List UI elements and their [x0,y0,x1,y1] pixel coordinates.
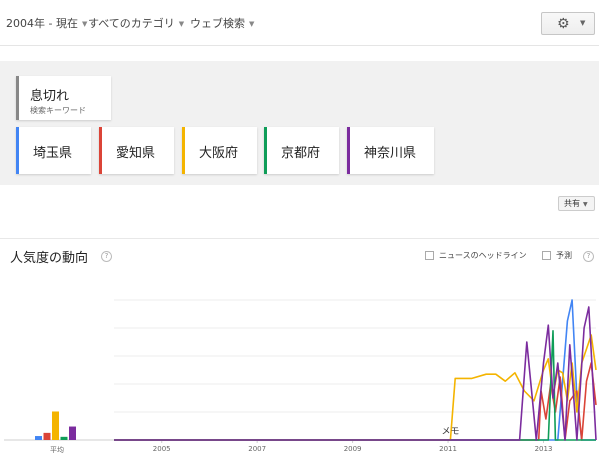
region-color-bar [16,127,19,174]
category-dropdown[interactable]: すべてのカテゴリ ▼ [88,15,184,31]
chevron-down-icon: ▼ [81,20,88,28]
x-tick-label: 2005 [153,445,171,453]
region-card-aichi[interactable]: 愛知県 [99,127,174,174]
date-range-label: 2004年 - 現在 [6,17,78,30]
gear-icon: ⚙ [557,16,570,32]
keyword-panel: 息切れ 検索キーワード 埼玉県 愛知県 大阪府 京都府 神奈川県 [0,61,599,185]
help-icon[interactable]: ? [101,251,112,262]
news-headlines-checkbox[interactable] [425,251,434,260]
x-tick-label: 2011 [439,445,457,453]
chart-annotation: メモ [441,427,459,437]
region-label: 大阪府 [199,146,239,161]
forecast-checkbox[interactable] [542,251,551,260]
chevron-down-icon: ▼ [583,201,588,208]
series-line [114,306,597,441]
trend-chart: 平均 2005 2007 2009 2011 2013 メモ [4,299,597,454]
region-card-kyoto[interactable]: 京都府 [264,127,339,174]
region-color-bar [182,127,185,174]
category-label: すべてのカテゴリ [88,17,175,30]
region-label: 愛知県 [116,146,156,161]
share-button[interactable]: 共有 ▼ [558,196,595,211]
chevron-down-icon: ▼ [249,20,255,28]
main-keyword-type: 検索キーワード [30,106,86,115]
main-keyword-card[interactable]: 息切れ 検索キーワード [16,76,111,120]
search-type-label: ウェブ検索 [190,17,245,30]
region-label: 京都府 [281,146,321,161]
search-type-dropdown[interactable]: ウェブ検索 ▼ [190,15,254,31]
section-divider [0,238,599,239]
x-tick-label: 2007 [248,445,266,453]
average-bar [43,432,51,440]
chevron-down-icon: ▼ [580,19,586,27]
keyword-color-bar [16,76,19,120]
region-color-bar [347,127,350,174]
x-tick-label: 2009 [344,445,362,453]
chevron-down-icon: ▼ [178,20,185,28]
filter-bar: 2004年 - 現在 ▼ すべてのカテゴリ ▼ ウェブ検索 ▼ ⚙ ▼ [0,0,599,46]
series-line [114,299,596,441]
average-bar [35,436,42,440]
help-icon[interactable]: ? [583,251,594,262]
average-bar [60,436,68,440]
average-bar [69,426,76,440]
main-keyword-text: 息切れ [30,89,70,104]
section-title: 人気度の動向 [10,251,89,266]
region-label: 神奈川県 [364,146,417,161]
region-card-osaka[interactable]: 大阪府 [182,127,257,174]
region-color-bar [99,127,102,174]
region-label: 埼玉県 [33,146,73,161]
date-range-dropdown[interactable]: 2004年 - 現在 ▼ [6,15,87,31]
average-label: 平均 [50,445,64,454]
settings-button[interactable]: ⚙ ▼ [541,12,595,35]
region-card-kanagawa[interactable]: 神奈川県 [347,127,434,174]
share-label: 共有 [564,199,580,208]
x-tick-label: 2013 [535,445,553,453]
news-headlines-label: ニュースのヘッドライン [439,251,527,260]
region-card-saitama[interactable]: 埼玉県 [16,127,91,174]
region-color-bar [264,127,267,174]
forecast-label: 予測 [556,251,572,260]
average-bar [52,411,59,440]
